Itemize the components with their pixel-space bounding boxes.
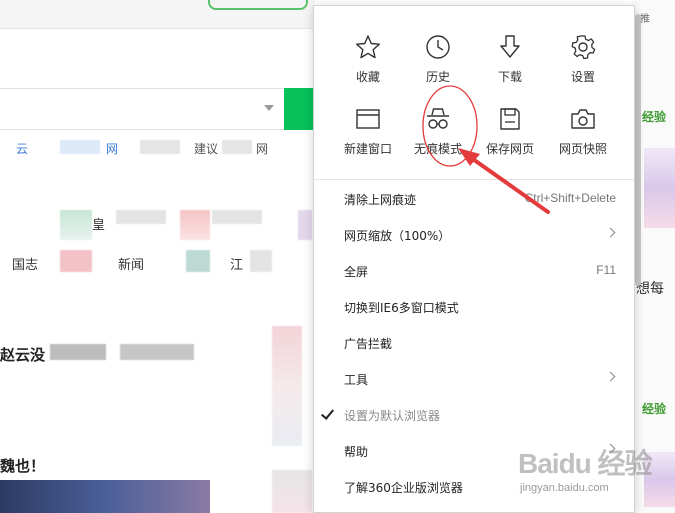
background-blur-block xyxy=(186,250,210,272)
page-snapshot-button[interactable]: 网页快照 xyxy=(547,106,619,168)
background-row-label: 江 xyxy=(230,258,244,273)
background-blur-block xyxy=(222,140,252,154)
save-page-button[interactable]: 保存网页 xyxy=(474,106,546,168)
downloads-button[interactable]: 下载 xyxy=(474,34,546,96)
checkmark-icon xyxy=(320,406,335,420)
tile-label: 收藏 xyxy=(355,70,380,84)
favorites-button[interactable]: 收藏 xyxy=(332,34,404,96)
tile-label: 设置 xyxy=(570,70,595,84)
background-row-label: 国志 xyxy=(12,258,39,273)
menu-item-zoom[interactable]: 网页缩放（100%） xyxy=(314,218,634,254)
background-image xyxy=(272,326,302,446)
chevron-right-icon xyxy=(605,227,616,238)
background-headline[interactable]: 赵云没 xyxy=(0,344,45,365)
menu-item-label: 帮助 xyxy=(344,445,369,459)
tile-label: 保存网页 xyxy=(485,142,534,156)
background-blur-block xyxy=(116,210,166,224)
background-right-tag[interactable]: 经验 xyxy=(642,108,666,125)
browser-main-menu: 收藏 历史 下载 设置 新建窗口 无痕模式 保存网页 网页快照 清除上网痕迹 C… xyxy=(313,5,635,513)
background-blur-block xyxy=(60,140,100,154)
background-tile xyxy=(180,210,210,240)
baidu-watermark: Baidu 经验 jingyan.baidu.com xyxy=(518,442,668,502)
chevron-down-icon[interactable] xyxy=(264,105,274,111)
settings-button[interactable]: 设置 xyxy=(547,34,619,96)
menu-item-shortcut: Ctrl+Shift+Delete xyxy=(524,191,616,205)
chevron-right-icon xyxy=(605,371,616,382)
tile-label: 历史 xyxy=(425,70,450,84)
menu-item-default-browser: 设置为默认浏览器 xyxy=(314,398,634,434)
background-blur-block xyxy=(140,140,180,154)
background-tab-bar xyxy=(0,0,315,29)
background-blur-block xyxy=(212,210,262,224)
background-link[interactable]: 建议 xyxy=(194,140,218,157)
clock-icon xyxy=(426,35,450,59)
menu-divider xyxy=(314,179,634,180)
background-right-tag[interactable]: 经验 xyxy=(642,400,666,417)
background-image xyxy=(272,470,312,513)
save-page-icon xyxy=(500,108,520,130)
menu-item-label: 广告拦截 xyxy=(344,337,393,351)
menu-item-ad-block[interactable]: 广告拦截 xyxy=(314,326,634,362)
menu-item-label: 切换到IE6多窗口模式 xyxy=(344,301,459,315)
menu-item-label: 了解360企业版浏览器 xyxy=(344,481,463,495)
background-row-label: 新闻 xyxy=(118,258,145,273)
scrollbar-thumb[interactable] xyxy=(635,14,641,286)
camera-icon xyxy=(571,109,595,129)
background-blur-block xyxy=(120,344,194,360)
background-thumbnail xyxy=(644,148,675,228)
new-window-button[interactable]: 新建窗口 xyxy=(332,106,404,168)
background-row-label: 皇 xyxy=(92,218,106,233)
menu-item-label: 工具 xyxy=(344,373,369,387)
incognito-icon xyxy=(427,108,449,129)
menu-item-clear-traces[interactable]: 清除上网痕迹 Ctrl+Shift+Delete xyxy=(314,182,634,218)
menu-item-shortcut: F11 xyxy=(596,263,616,277)
background-tile xyxy=(60,210,92,240)
incognito-mode-button[interactable]: 无痕模式 xyxy=(402,106,474,168)
background-blur-block xyxy=(250,250,272,272)
background-blur-block xyxy=(298,210,312,240)
watermark-logo: Baidu 经验 xyxy=(518,448,653,479)
background-blur-block xyxy=(50,344,106,360)
background-search-button[interactable] xyxy=(284,88,316,130)
tile-label: 新建窗口 xyxy=(343,142,392,156)
star-icon xyxy=(356,35,380,59)
background-blur-block xyxy=(60,250,92,272)
menu-item-fullscreen[interactable]: 全屏 F11 xyxy=(314,254,634,290)
background-search-box[interactable] xyxy=(0,88,285,130)
background-link[interactable]: 云 xyxy=(16,140,28,157)
background-headline[interactable]: 魏也！ xyxy=(0,455,45,476)
tile-label: 无痕模式 xyxy=(413,142,462,156)
background-link[interactable]: 网 xyxy=(106,140,118,157)
menu-item-label: 网页缩放（100%） xyxy=(344,229,451,243)
menu-item-label: 清除上网痕迹 xyxy=(344,193,417,207)
menu-item-label: 设置为默认浏览器 xyxy=(344,409,441,423)
background-link[interactable]: 网 xyxy=(256,140,268,157)
tile-label: 下载 xyxy=(497,70,522,84)
new-window-icon xyxy=(356,109,380,129)
watermark-url: jingyan.baidu.com xyxy=(520,482,609,494)
tile-label: 网页快照 xyxy=(558,142,607,156)
history-button[interactable]: 历史 xyxy=(402,34,474,96)
background-image xyxy=(0,480,210,513)
gear-icon xyxy=(571,35,596,60)
menu-item-ie6-mode[interactable]: 切换到IE6多窗口模式 xyxy=(314,290,634,326)
menu-item-tools[interactable]: 工具 xyxy=(314,362,634,398)
menu-item-label: 全屏 xyxy=(344,265,369,279)
download-arrow-icon xyxy=(500,35,520,58)
background-tab-pill xyxy=(208,0,308,10)
background-right-top-text: 推 xyxy=(640,14,650,25)
